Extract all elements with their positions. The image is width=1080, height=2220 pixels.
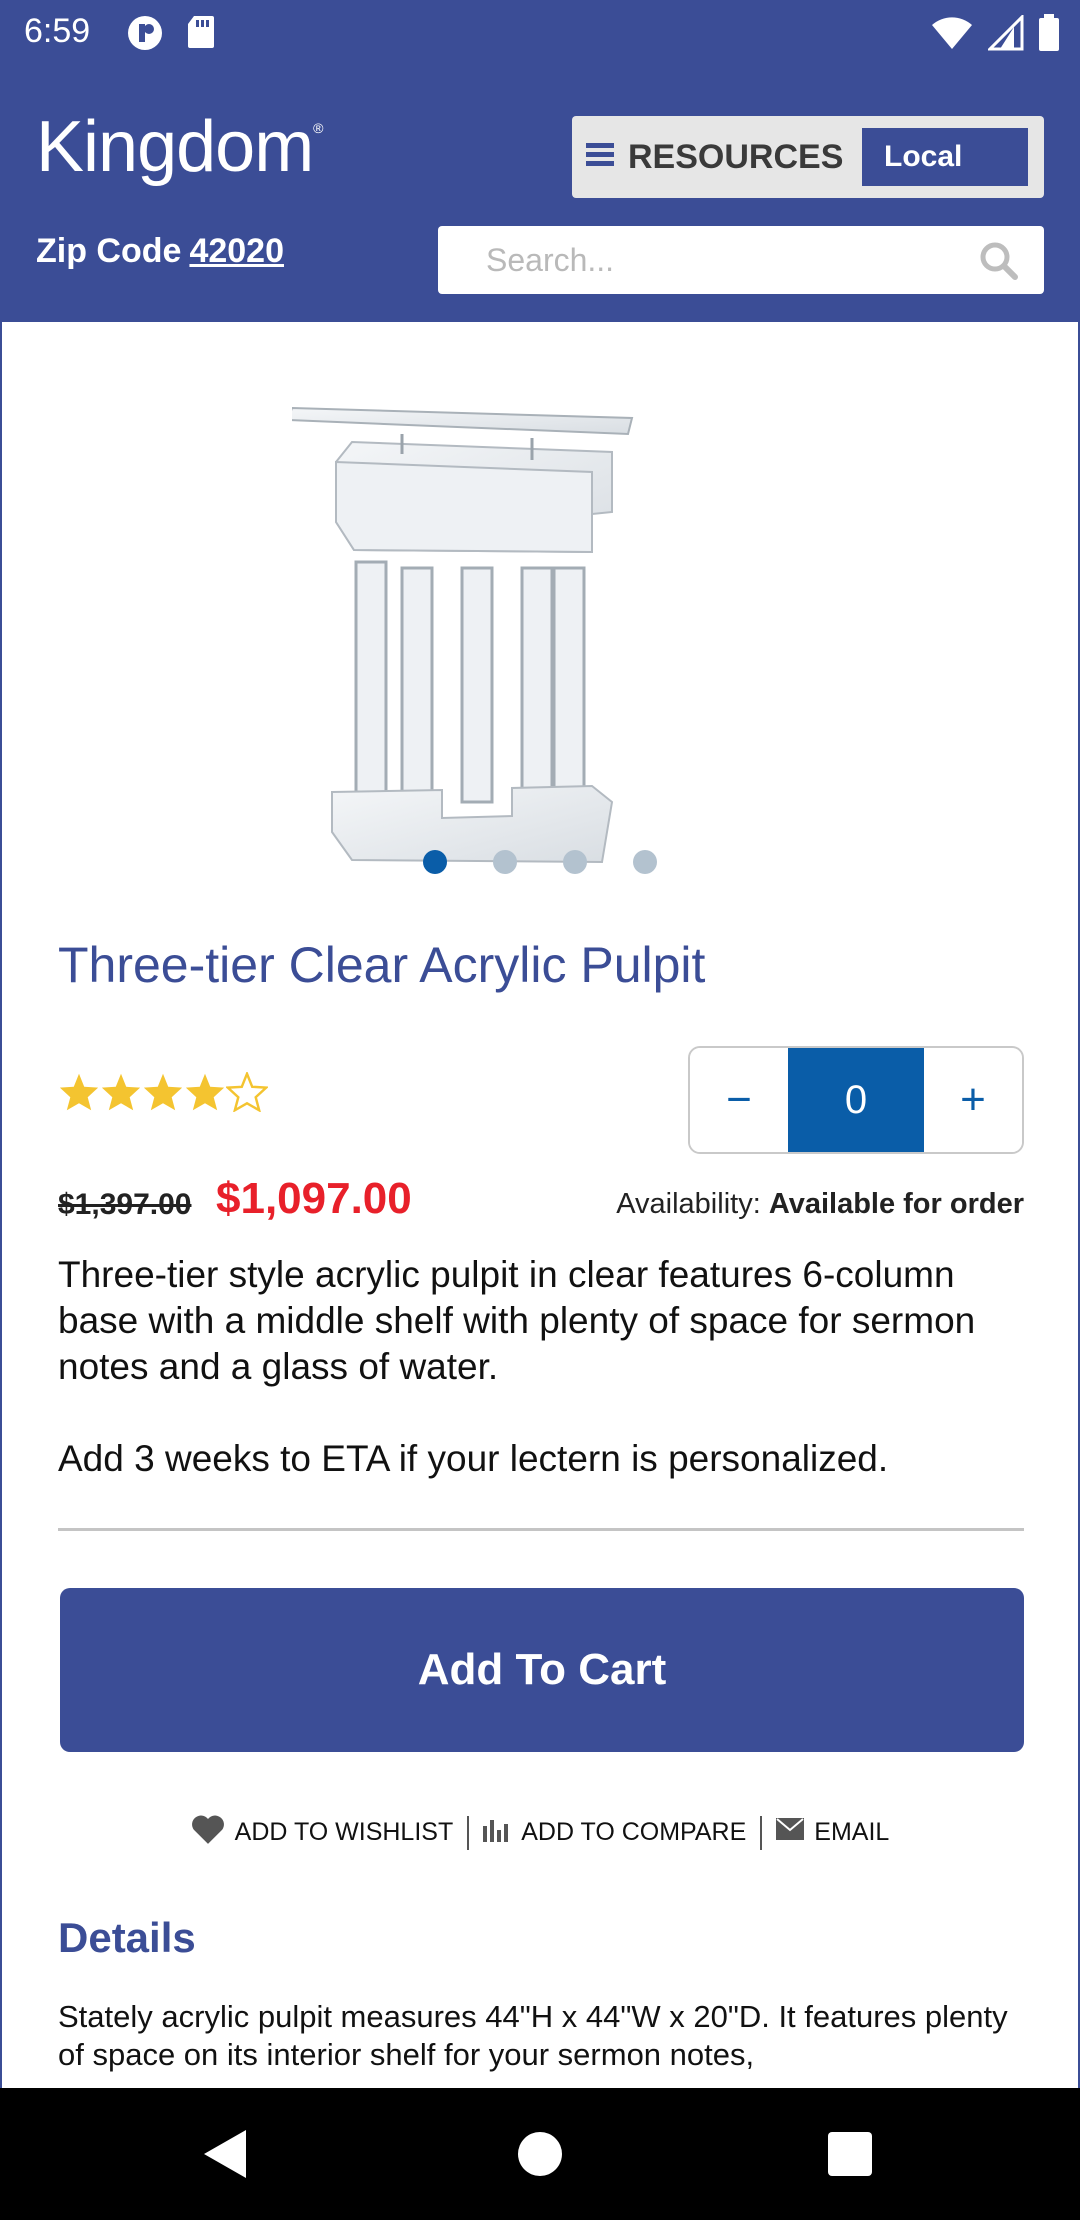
add-to-compare-link[interactable]: ADD TO COMPARE xyxy=(469,1816,760,1849)
description-paragraph: Three-tier style acrylic pulpit in clear… xyxy=(58,1254,976,1387)
bar-chart-icon xyxy=(483,1816,511,1849)
zip-code-label: Zip Code xyxy=(36,232,182,270)
battery-icon xyxy=(1038,14,1060,57)
divider xyxy=(58,1528,1024,1531)
quantity-stepper: − 0 + xyxy=(688,1046,1024,1154)
product-page: Three-tier Clear Acrylic Pulpit − 0 + $1… xyxy=(2,322,1078,2088)
star-outline-icon xyxy=(224,1070,270,1117)
search-input[interactable] xyxy=(486,238,966,282)
search-bar xyxy=(438,226,1044,294)
local-button[interactable]: Local xyxy=(862,128,1028,186)
star-icon xyxy=(100,1072,142,1117)
increase-quantity-button[interactable]: + xyxy=(924,1048,1022,1152)
zip-code-link[interactable]: 42020 xyxy=(189,232,284,270)
envelope-icon xyxy=(776,1818,805,1847)
recent-apps-icon[interactable] xyxy=(828,2132,872,2176)
status-time: 6:59 xyxy=(24,12,91,50)
hamburger-menu-icon xyxy=(586,138,614,177)
image-carousel-dots xyxy=(2,850,1078,874)
cell-signal-icon xyxy=(986,13,1024,56)
product-title: Three-tier Clear Acrylic Pulpit xyxy=(58,937,706,993)
back-icon[interactable] xyxy=(202,2128,248,2185)
email-link[interactable]: EMAIL xyxy=(762,1818,903,1847)
site-header: Kingdom® RESOURCES Local Zip Code 42020 xyxy=(0,66,1080,322)
description-paragraph: Add 3 weeks to ETA if your lectern is pe… xyxy=(58,1438,889,1479)
carousel-dot[interactable] xyxy=(633,850,657,874)
compare-label: ADD TO COMPARE xyxy=(521,1818,747,1846)
home-icon[interactable] xyxy=(518,2132,562,2176)
availability: Availability: Available for order xyxy=(616,1188,1024,1221)
sale-price: $1,097.00 xyxy=(216,1174,412,1223)
availability-value: Available for order xyxy=(768,1188,1024,1220)
email-label: EMAIL xyxy=(814,1818,890,1846)
carousel-dot[interactable] xyxy=(423,850,447,874)
carousel-dot[interactable] xyxy=(563,850,587,874)
resources-label: RESOURCES xyxy=(628,137,844,176)
details-text: Stately acrylic pulpit measures 44"H x 4… xyxy=(58,1999,1008,2072)
details-heading: Details xyxy=(58,1914,196,1961)
rating-stars[interactable] xyxy=(58,1070,270,1117)
zip-code: Zip Code 42020 xyxy=(36,232,284,271)
star-icon xyxy=(58,1072,100,1117)
quantity-value[interactable]: 0 xyxy=(788,1048,924,1152)
status-bar: 6:59 xyxy=(0,0,1080,66)
product-description: Three-tier style acrylic pulpit in clear… xyxy=(58,1252,1022,1482)
notification-app-icon xyxy=(126,14,164,57)
add-to-cart-button[interactable]: Add To Cart xyxy=(60,1588,1024,1752)
kingdom-logo[interactable]: Kingdom® xyxy=(36,106,324,188)
heart-icon xyxy=(191,1814,225,1851)
sd-card-icon xyxy=(186,14,216,57)
original-price: $1,397.00 xyxy=(58,1188,192,1221)
search-icon[interactable] xyxy=(978,240,1018,285)
product-image[interactable] xyxy=(286,362,792,882)
resources-toolbar: RESOURCES Local xyxy=(572,116,1044,198)
star-icon xyxy=(142,1072,184,1117)
navigation-bar xyxy=(0,2088,1080,2220)
wishlist-label: ADD TO WISHLIST xyxy=(234,1818,454,1846)
add-to-wishlist-link[interactable]: ADD TO WISHLIST xyxy=(177,1814,468,1851)
product-actions: ADD TO WISHLIST ADD TO COMPARE EMAIL xyxy=(2,1814,1078,1851)
decrease-quantity-button[interactable]: − xyxy=(690,1048,788,1152)
star-icon xyxy=(184,1072,226,1117)
resources-menu-button[interactable]: RESOURCES xyxy=(586,130,843,184)
availability-label: Availability: xyxy=(616,1188,761,1220)
wifi-icon xyxy=(930,15,974,56)
carousel-dot[interactable] xyxy=(493,850,517,874)
